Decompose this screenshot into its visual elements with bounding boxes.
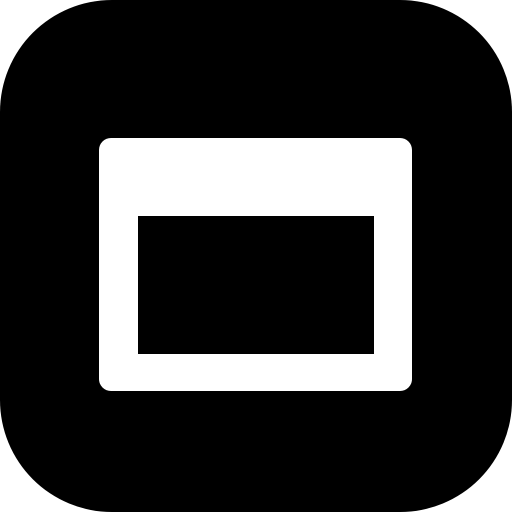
icon-canvas bbox=[0, 0, 512, 512]
browser-window-icon[interactable] bbox=[0, 0, 512, 512]
window-content-area bbox=[138, 216, 374, 354]
